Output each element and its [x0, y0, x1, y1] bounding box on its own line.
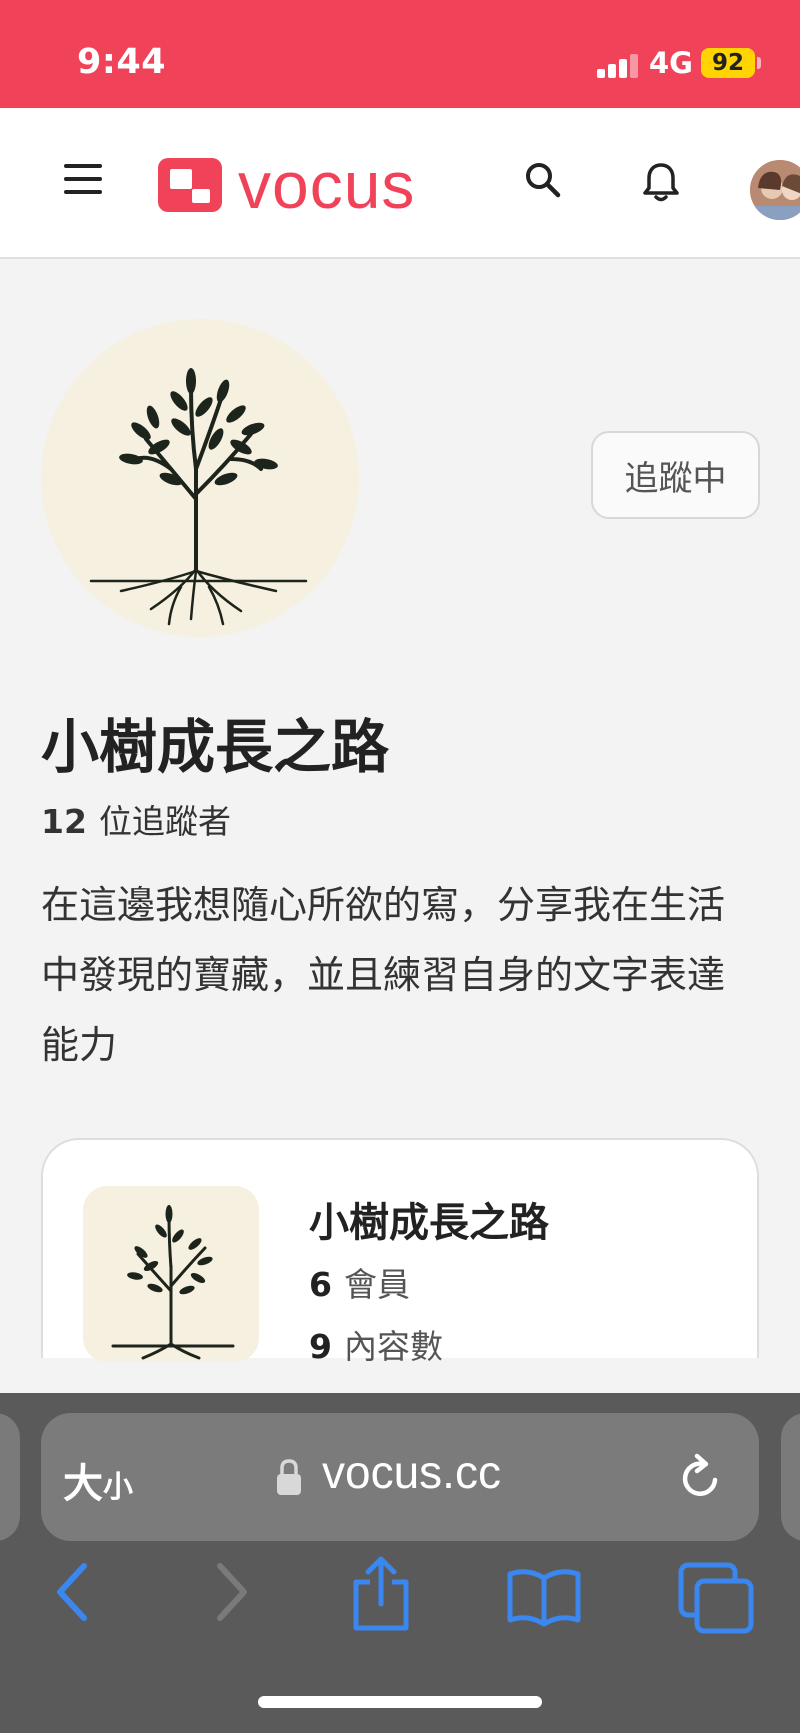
home-indicator[interactable] [258, 1696, 542, 1708]
card-content-count: 9 內容數 [309, 1320, 443, 1368]
profile-bio: 在這邊我想隨心所欲的寫，分享我在生活中發現的寶藏，並且練習自身的文字表達能力 [41, 883, 726, 1067]
tabs-icon[interactable] [678, 1562, 754, 1634]
members-count: 6 [309, 1265, 332, 1304]
text-size-button[interactable]: 大小 [63, 1451, 133, 1509]
content-label: 內容數 [343, 1327, 443, 1366]
battery-icon: 92 [701, 48, 755, 78]
members-label: 會員 [343, 1265, 410, 1304]
text-size-big: 大 [63, 1461, 103, 1507]
card-members: 6 會員 [309, 1258, 410, 1306]
address-bar[interactable]: 大小 vocus.cc [41, 1413, 759, 1541]
followers-count[interactable]: 12 位追蹤者 [41, 795, 231, 843]
url-text[interactable]: vocus.cc [322, 1445, 501, 1499]
logo-mark-icon [158, 158, 222, 212]
followers-number: 12 [41, 802, 87, 841]
profile-image [41, 319, 359, 637]
menu-icon[interactable] [64, 164, 104, 196]
vocus-salon-card[interactable]: 小樹成長之路 6 會員 9 內容數 [41, 1138, 759, 1366]
profile-name: 小樹成長之路 [41, 713, 390, 781]
bell-icon[interactable] [639, 160, 683, 204]
reload-icon[interactable] [675, 1453, 725, 1503]
network-label: 4G [649, 46, 693, 80]
followers-label: 位追蹤者 [98, 802, 231, 841]
content-count: 9 [309, 1327, 332, 1366]
next-tab-preview[interactable] [781, 1413, 800, 1541]
card-thumbnail [83, 1186, 259, 1362]
status-time: 9:44 [77, 42, 167, 82]
forward-icon[interactable] [212, 1560, 252, 1624]
vocus-logo[interactable]: vocus [158, 148, 416, 222]
battery-tip [757, 57, 761, 69]
logo-text: vocus [238, 148, 416, 222]
app-header: vocus [0, 108, 800, 259]
search-icon[interactable] [523, 160, 563, 200]
bookmarks-icon[interactable] [506, 1566, 582, 1628]
avatar[interactable] [750, 160, 800, 220]
following-button[interactable]: 追蹤中 [591, 431, 760, 519]
previous-tab-preview[interactable] [0, 1413, 20, 1541]
text-size-small: 小 [103, 1470, 133, 1505]
tree-illustration [89, 368, 308, 626]
share-icon[interactable] [350, 1556, 412, 1632]
back-icon[interactable] [52, 1560, 92, 1624]
status-bar: 9:44 4G 92 [0, 0, 800, 108]
lock-icon [277, 1459, 301, 1495]
card-title: 小樹成長之路 [309, 1200, 549, 1246]
signal-icon [597, 54, 641, 78]
